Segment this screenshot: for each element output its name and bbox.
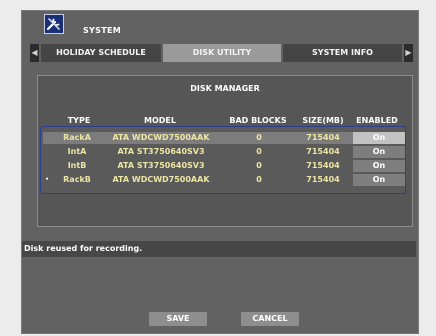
enabled-toggle[interactable]: On — [353, 132, 405, 144]
cancel-button[interactable]: CANCEL — [241, 312, 299, 326]
enabled-toggle[interactable]: On — [353, 146, 405, 158]
cell-size: 715404 — [306, 147, 340, 156]
table-row[interactable]: IntB ATA ST3750640SV3 0 715404 On — [43, 160, 405, 172]
column-header-model: MODEL — [144, 116, 176, 125]
column-header-type: TYPE — [67, 116, 91, 125]
cell-bad-blocks: 0 — [256, 175, 262, 184]
cell-type: IntA — [67, 147, 87, 156]
tab-scroll-left-icon[interactable]: ◀ — [30, 44, 39, 62]
cell-size: 715404 — [306, 175, 340, 184]
disk-table: RackA ATA WDCWD7500AAK 0 715404 On IntA … — [40, 126, 406, 194]
tab-bar: ◀ HOLIDAY SCHEDULE DISK UTILITY SYSTEM I… — [30, 44, 414, 62]
tab-scroll-right-icon[interactable]: ▶ — [404, 44, 413, 62]
cell-bad-blocks: 0 — [256, 161, 262, 170]
tools-icon — [44, 14, 64, 34]
row-cursor-icon: • — [45, 176, 49, 183]
table-row[interactable]: • RackB ATA WDCWD7500AAK 0 715404 On — [43, 174, 405, 186]
column-header-bad-blocks: BAD BLOCKS — [229, 116, 287, 125]
cell-size: 715404 — [306, 161, 340, 170]
cell-model: ATA ST3750640SV3 — [117, 161, 205, 170]
cell-type: RackB — [63, 175, 91, 184]
cell-bad-blocks: 0 — [256, 133, 262, 142]
table-header: TYPE MODEL BAD BLOCKS SIZE(MB) ENABLED — [43, 116, 405, 126]
cell-model: ATA WDCWD7500AAK — [112, 175, 210, 184]
enabled-toggle[interactable]: On — [353, 160, 405, 172]
tab-disk-utility[interactable]: DISK UTILITY — [163, 44, 281, 62]
save-button[interactable]: SAVE — [149, 312, 207, 326]
window-title: SYSTEM — [83, 26, 121, 35]
status-message: Disk reused for recording. — [22, 241, 416, 257]
enabled-toggle[interactable]: On — [353, 174, 405, 186]
cell-type: RackA — [63, 133, 91, 142]
cell-bad-blocks: 0 — [256, 147, 262, 156]
cell-size: 715404 — [306, 133, 340, 142]
cell-model: ATA ST3750640SV3 — [117, 147, 205, 156]
column-header-size: SIZE(MB) — [302, 116, 344, 125]
cell-type: IntB — [67, 161, 87, 170]
cell-model: ATA WDCWD7500AAK — [112, 133, 210, 142]
table-row[interactable]: RackA ATA WDCWD7500AAK 0 715404 On — [43, 132, 405, 144]
tab-system-info[interactable]: SYSTEM INFO — [283, 44, 402, 62]
panel-title: DISK MANAGER — [190, 84, 260, 93]
column-header-enabled: ENABLED — [356, 116, 398, 125]
tab-holiday-schedule[interactable]: HOLIDAY SCHEDULE — [41, 44, 161, 62]
table-row[interactable]: IntA ATA ST3750640SV3 0 715404 On — [43, 146, 405, 158]
